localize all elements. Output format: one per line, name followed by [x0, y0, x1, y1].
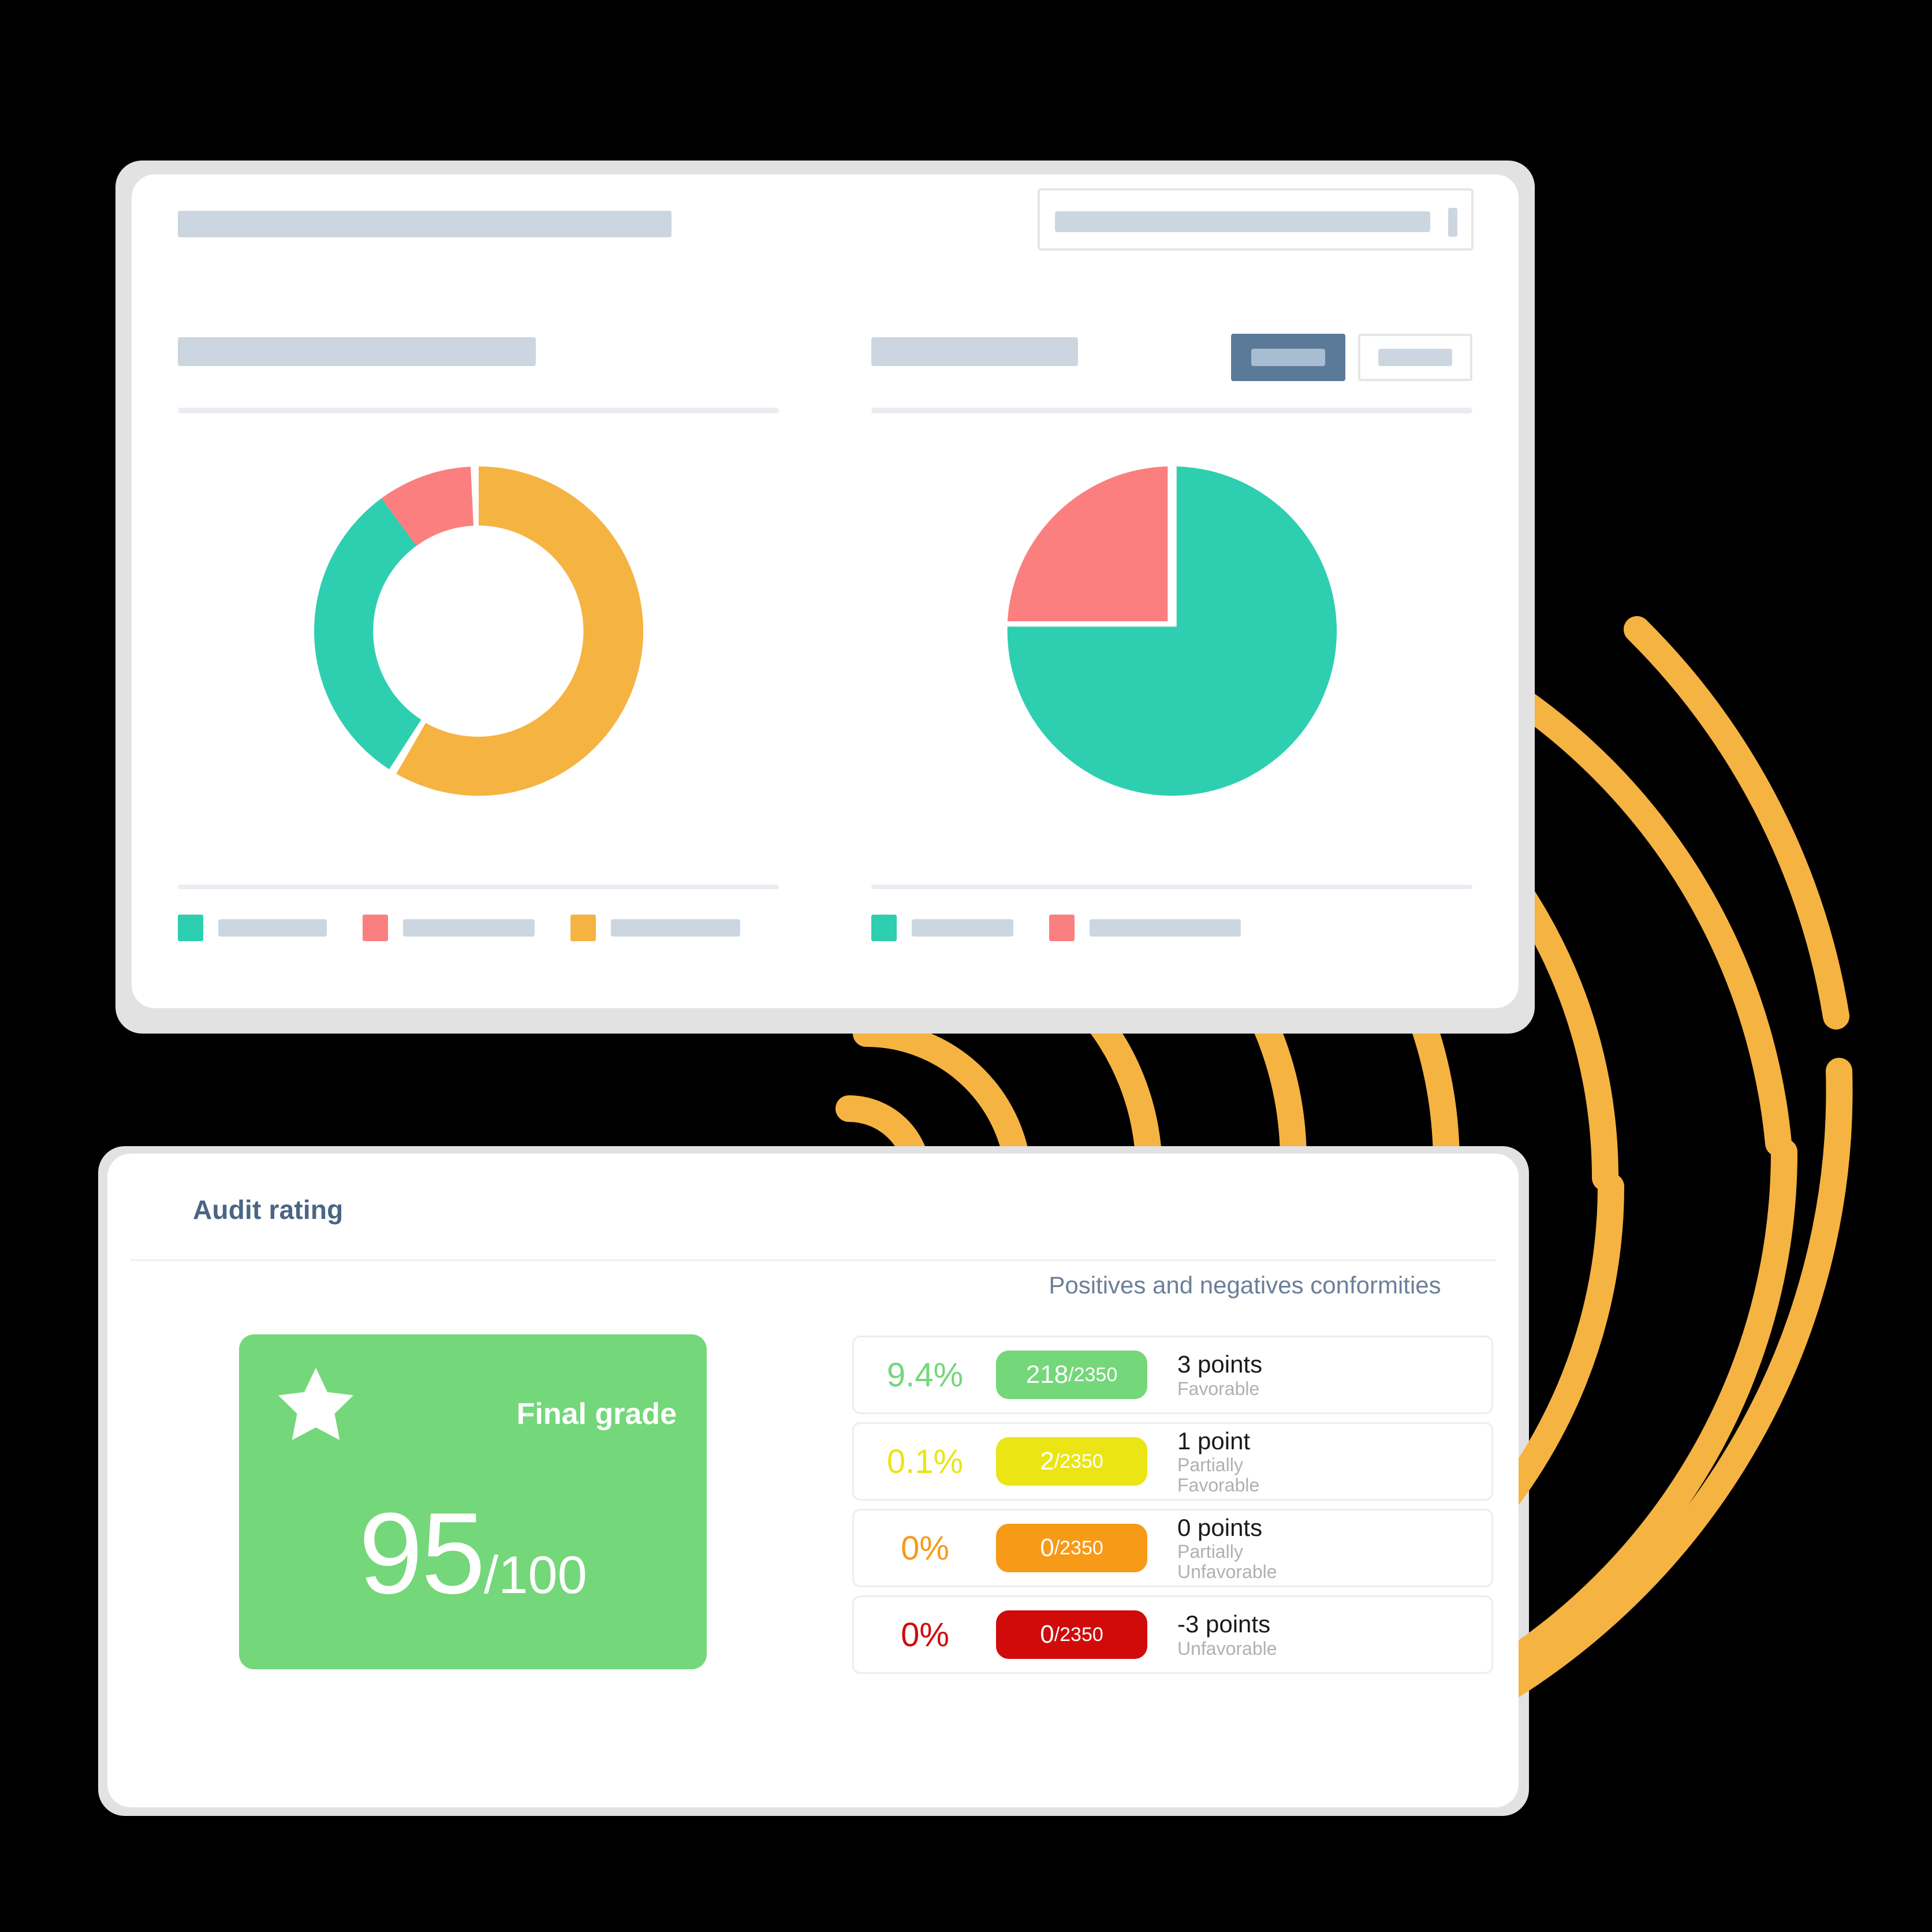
pie-slice-salmon — [1007, 466, 1168, 621]
final-grade-number: 95 — [359, 1489, 485, 1618]
conformity-meta: 1 point Partially Favorable — [1177, 1427, 1259, 1496]
conformity-points: -3 points — [1177, 1610, 1271, 1638]
conformity-count-pill: 2 /2350 — [996, 1437, 1147, 1486]
dashboard-title-placeholder — [178, 211, 672, 237]
pie-panel-divider — [871, 408, 1472, 413]
toggle-label-placeholder — [1378, 349, 1452, 366]
conformity-meta: 3 points Favorable — [1177, 1351, 1262, 1398]
conformity-meta: -3 points Unfavorable — [1177, 1610, 1277, 1658]
conformity-total: /2350 — [1068, 1363, 1118, 1386]
table-row[interactable]: 0% 0 /2350 0 points Partially Unfavorabl… — [852, 1509, 1493, 1587]
toggle-button-inactive[interactable] — [1358, 334, 1472, 381]
legend-swatch-teal — [178, 915, 203, 941]
conformity-total: /2350 — [1054, 1623, 1103, 1646]
pie-legend-divider — [871, 885, 1472, 889]
pie-legend — [871, 915, 1472, 941]
star-icon — [278, 1368, 353, 1440]
audit-card-title: Audit rating — [193, 1195, 344, 1225]
conformity-label: Partially Favorable — [1177, 1454, 1260, 1496]
conformity-count: 0 — [1040, 1534, 1054, 1562]
conformity-total: /2350 — [1054, 1450, 1103, 1472]
legend-item — [1049, 915, 1241, 941]
legend-swatch-salmon — [1049, 915, 1075, 941]
conformity-count-pill: 0 /2350 — [996, 1524, 1147, 1572]
donut-panel-heading-placeholder — [178, 337, 536, 366]
legend-label-placeholder — [611, 919, 740, 937]
conformity-percent: 9.4% — [886, 1356, 964, 1394]
conformity-count: 0 — [1040, 1620, 1054, 1648]
conformity-count: 2 — [1040, 1447, 1054, 1475]
legend-item — [871, 915, 1013, 941]
pie-chart — [825, 426, 1519, 836]
donut-chart-svg — [314, 466, 643, 796]
donut-chart — [132, 426, 825, 836]
conformity-points: 1 point — [1177, 1427, 1251, 1454]
dashboard-card — [132, 174, 1519, 1008]
pie-panel-header — [871, 334, 1472, 402]
conformity-percent: 0% — [901, 1616, 949, 1654]
conformity-points: 0 points — [1177, 1513, 1263, 1541]
pie-panel-heading-placeholder — [871, 337, 1078, 366]
search-caret-icon — [1448, 208, 1457, 237]
conformity-count-pill: 0 /2350 — [996, 1610, 1147, 1659]
conformity-count-pill: 218 /2350 — [996, 1351, 1147, 1399]
donut-panel — [132, 282, 825, 1008]
conformities-list: 9.4% 218 /2350 3 points Favorable 0.1% 2… — [852, 1336, 1493, 1682]
conformity-label: Unfavorable — [1177, 1638, 1277, 1659]
donut-legend-divider — [178, 885, 779, 889]
donut-legend — [178, 915, 779, 941]
pie-panel — [825, 282, 1519, 1008]
toggle-label-placeholder — [1251, 349, 1325, 366]
conformity-count: 218 — [1025, 1360, 1069, 1389]
final-grade-label: Final grade — [516, 1397, 677, 1431]
final-grade-total: /100 — [483, 1546, 587, 1605]
conformity-label: Partially Unfavorable — [1177, 1541, 1277, 1583]
pie-chart-svg — [1007, 466, 1337, 796]
pie-panel-toggle-group — [1231, 334, 1472, 381]
audit-card: Audit rating Final grade 95 /100 Positiv… — [107, 1154, 1519, 1807]
donut-panel-divider — [178, 408, 779, 413]
donut-slice-teal — [314, 494, 421, 770]
table-row[interactable]: 0.1% 2 /2350 1 point Partially Favorable — [852, 1422, 1493, 1501]
conformity-label: Favorable — [1177, 1378, 1260, 1399]
conformity-percent: 0% — [901, 1529, 949, 1567]
legend-item — [363, 915, 535, 941]
table-row[interactable]: 0% 0 /2350 -3 points Unfavorable — [852, 1595, 1493, 1674]
conformity-meta: 0 points Partially Unfavorable — [1177, 1514, 1277, 1583]
legend-label-placeholder — [218, 919, 327, 937]
final-grade-value: 95 /100 — [239, 1489, 707, 1618]
legend-label-placeholder — [1090, 919, 1241, 937]
search-input[interactable] — [1038, 188, 1474, 251]
legend-swatch-amber — [570, 915, 596, 941]
dashboard-header — [132, 174, 1519, 282]
final-grade-card: Final grade 95 /100 — [239, 1334, 707, 1669]
legend-swatch-teal — [871, 915, 897, 941]
toggle-button-active[interactable] — [1231, 334, 1345, 381]
conformity-points: 3 points — [1177, 1351, 1263, 1378]
donut-panel-header — [178, 337, 779, 402]
legend-swatch-salmon — [363, 915, 388, 941]
conformities-title: Positives and negatives conformities — [1049, 1271, 1441, 1299]
illustration-stage: Audit rating Final grade 95 /100 Positiv… — [0, 0, 1932, 1932]
legend-item — [570, 915, 740, 941]
legend-label-placeholder — [403, 919, 535, 937]
conformity-total: /2350 — [1054, 1536, 1103, 1559]
conformity-percent: 0.1% — [886, 1442, 964, 1480]
search-value-placeholder — [1055, 211, 1430, 232]
legend-label-placeholder — [912, 919, 1013, 937]
table-row[interactable]: 9.4% 218 /2350 3 points Favorable — [852, 1336, 1493, 1414]
legend-item — [178, 915, 327, 941]
audit-header-divider — [130, 1259, 1495, 1261]
